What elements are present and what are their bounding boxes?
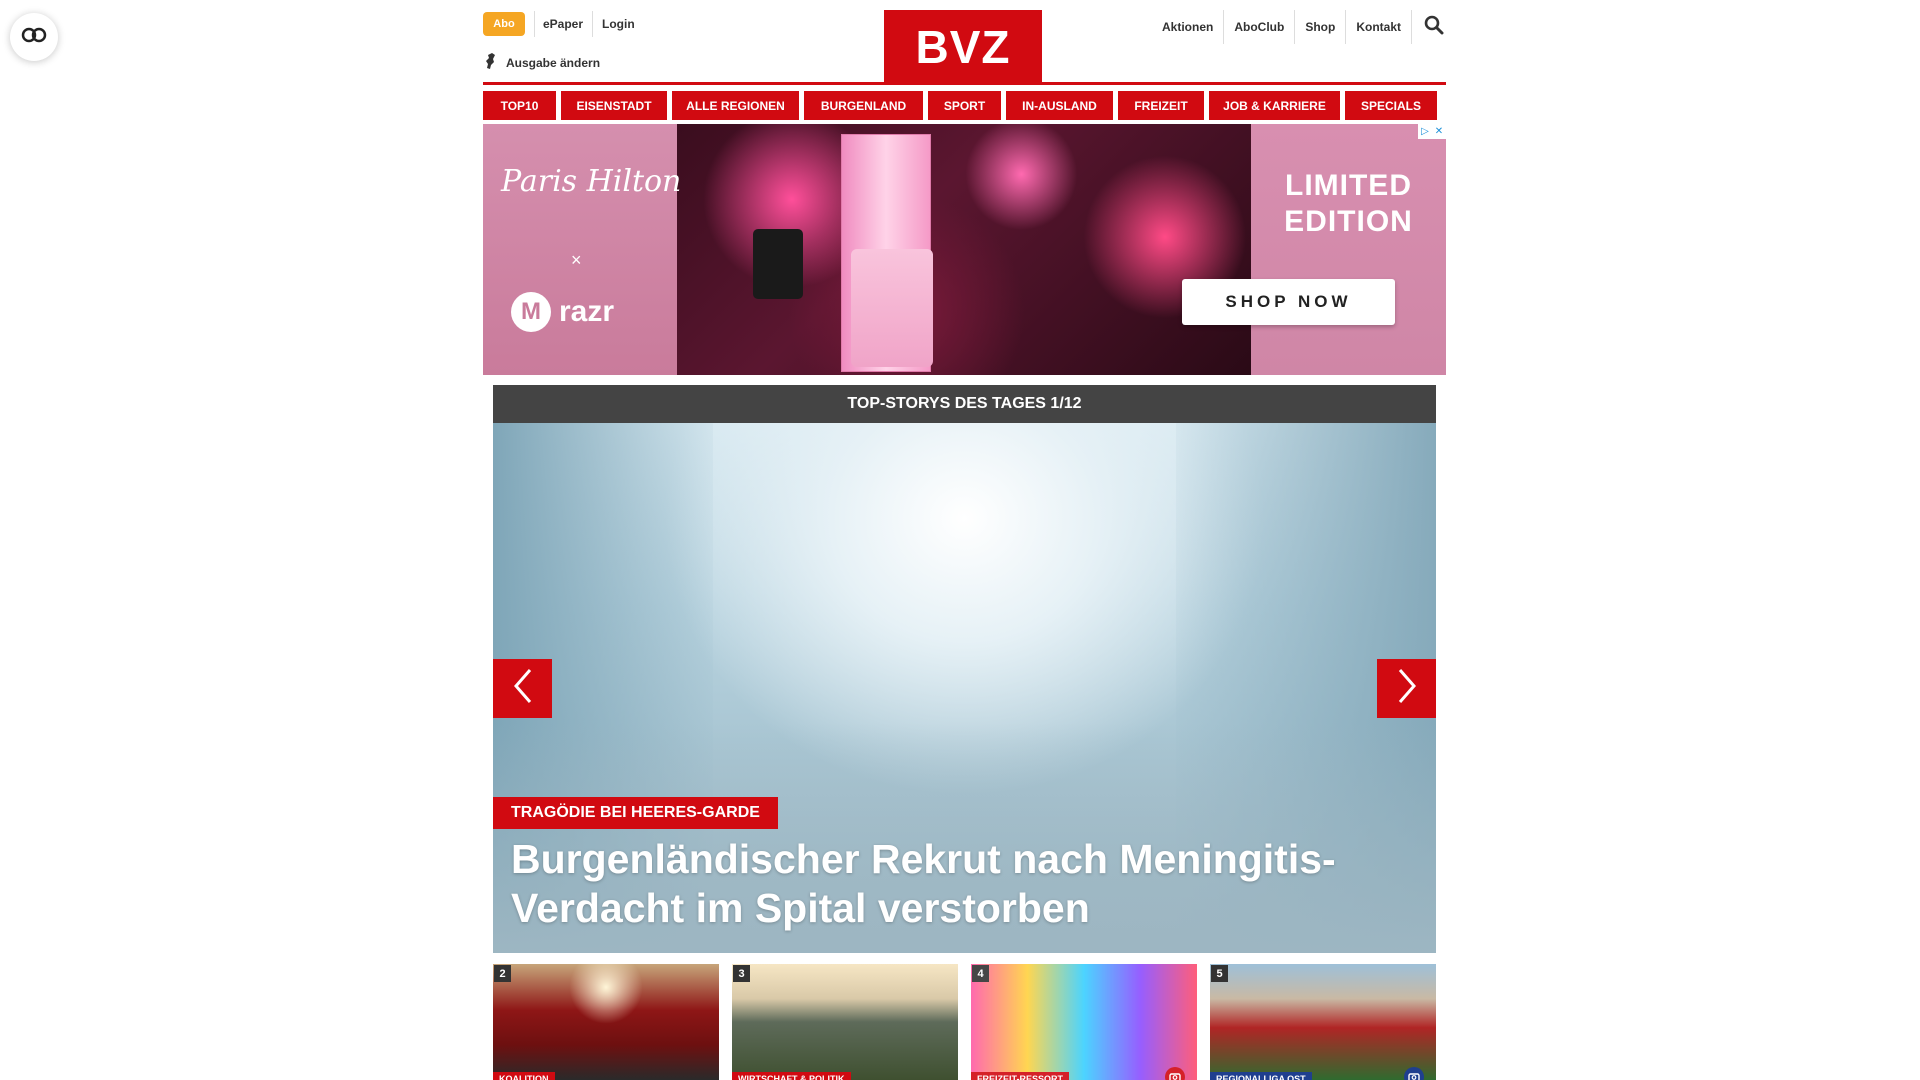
hero-story[interactable]: TRAGÖDIE BEI HEERES-GARDE Burgenländisch… [493, 423, 1436, 953]
thumbnail-tag: WIRTSCHAFT & POLITIK [732, 1072, 851, 1080]
category-sport[interactable]: SPORT [928, 91, 1001, 120]
motorola-logo-icon: M [511, 292, 551, 332]
ad-phone [851, 249, 933, 367]
ad-shop-now-button[interactable]: SHOP NOW [1182, 279, 1395, 325]
accessibility-icon [21, 27, 47, 48]
login-link[interactable]: Login [602, 17, 635, 31]
site-logo[interactable]: BVZ [884, 10, 1042, 84]
ad-phone-case [753, 229, 803, 299]
epaper-link[interactable]: ePaper [543, 17, 583, 31]
search-icon [1424, 15, 1444, 40]
header-rule [483, 82, 1446, 85]
ad-headline-line: EDITION [1284, 205, 1413, 238]
ad-brand-secondary: M razr [511, 292, 614, 332]
thumbnail-number: 3 [733, 965, 750, 982]
ad-headline: LIMITED EDITION [1251, 168, 1446, 240]
nav-kontakt[interactable]: Kontakt [1346, 10, 1412, 44]
story-thumbnails: 2 KOALITION 3 WIRTSCHAFT & POLITIK 4 FRE… [493, 964, 1436, 1080]
ad-brand-primary: Paris Hilton [501, 164, 682, 199]
category-nav: TOP10 EISENSTADT ALLE REGIONEN BURGENLAN… [483, 91, 1446, 120]
chevron-left-icon [513, 668, 533, 709]
divider [534, 11, 535, 37]
search-button[interactable] [1412, 10, 1446, 44]
service-nav: Aktionen AboClub Shop Kontakt [1152, 10, 1446, 44]
category-specials[interactable]: SPECIALS [1345, 91, 1437, 120]
edition-label: Ausgabe ändern [506, 55, 601, 70]
accessibility-button[interactable] [10, 13, 58, 61]
site-header: Abo ePaper Login Ausgabe ändern BVZ Akti… [483, 0, 1446, 85]
divider [592, 11, 593, 37]
nav-shop[interactable]: Shop [1295, 10, 1347, 44]
story-thumbnail[interactable]: 4 FREIZEIT-RESSORT [971, 964, 1197, 1080]
edition-switch[interactable]: Ausgabe ändern [485, 52, 600, 73]
nav-aktionen[interactable]: Aktionen [1152, 10, 1225, 44]
category-burgenland[interactable]: BURGENLAND [804, 91, 923, 120]
page-container: Abo ePaper Login Ausgabe ändern BVZ Akti… [483, 0, 1446, 1080]
ad-close-icon[interactable]: ✕ [1432, 124, 1446, 139]
story-kicker: TRAGÖDIE BEI HEERES-GARDE [493, 797, 778, 829]
thumbnail-tag: REGIONALLIGA OST [1210, 1072, 1312, 1080]
story-headline[interactable]: Burgenländischer Rekrut nach Meningitis-… [511, 835, 1421, 933]
story-thumbnail[interactable]: 5 REGIONALLIGA OST [1210, 964, 1436, 1080]
nav-aboclub[interactable]: AboClub [1224, 10, 1296, 44]
camera-icon [1165, 1067, 1185, 1080]
ad-headline-line: LIMITED [1285, 169, 1412, 202]
category-alle-regionen[interactable]: ALLE REGIONEN [672, 91, 799, 120]
top-stories-carousel: TOP-STORYS DES TAGES 1/12 TRAGÖDIE BEI H… [493, 385, 1436, 953]
abo-button[interactable]: Abo [483, 12, 525, 36]
category-eisenstadt[interactable]: EISENSTADT [561, 91, 667, 120]
story-thumbnail[interactable]: 3 WIRTSCHAFT & POLITIK [732, 964, 958, 1080]
advertisement-banner[interactable]: Paris Hilton × M razr LIMITED EDITION SH… [483, 124, 1446, 375]
thumbnail-number: 4 [972, 965, 989, 982]
thumbnail-number: 2 [494, 965, 511, 982]
thumbnail-tag: KOALITION [493, 1072, 555, 1080]
chevron-right-icon [1397, 668, 1417, 709]
category-in-ausland[interactable]: IN-AUSLAND [1006, 91, 1113, 120]
top-stories-title: TOP-STORYS DES TAGES 1/12 [493, 385, 1436, 423]
thumbnail-tag: FREIZEIT-RESSORT [971, 1072, 1070, 1080]
story-thumbnail[interactable]: 2 KOALITION [493, 964, 719, 1080]
thumbnail-number: 5 [1211, 965, 1228, 982]
category-job-karriere[interactable]: JOB & KARRIERE [1209, 91, 1340, 120]
ad-connector: × [571, 250, 582, 270]
burgenland-map-icon [485, 52, 497, 73]
camera-icon [1404, 1067, 1424, 1080]
ad-cta-panel [1251, 124, 1446, 375]
carousel-next-button[interactable] [1377, 659, 1436, 718]
ad-choices[interactable]: ▷ ✕ [1418, 124, 1446, 139]
ad-choices-icon[interactable]: ▷ [1418, 124, 1432, 139]
category-top10[interactable]: TOP10 [483, 91, 556, 120]
ad-brand-secondary-text: razr [559, 295, 615, 328]
category-freizeit[interactable]: FREIZEIT [1118, 91, 1204, 120]
carousel-prev-button[interactable] [493, 659, 552, 718]
